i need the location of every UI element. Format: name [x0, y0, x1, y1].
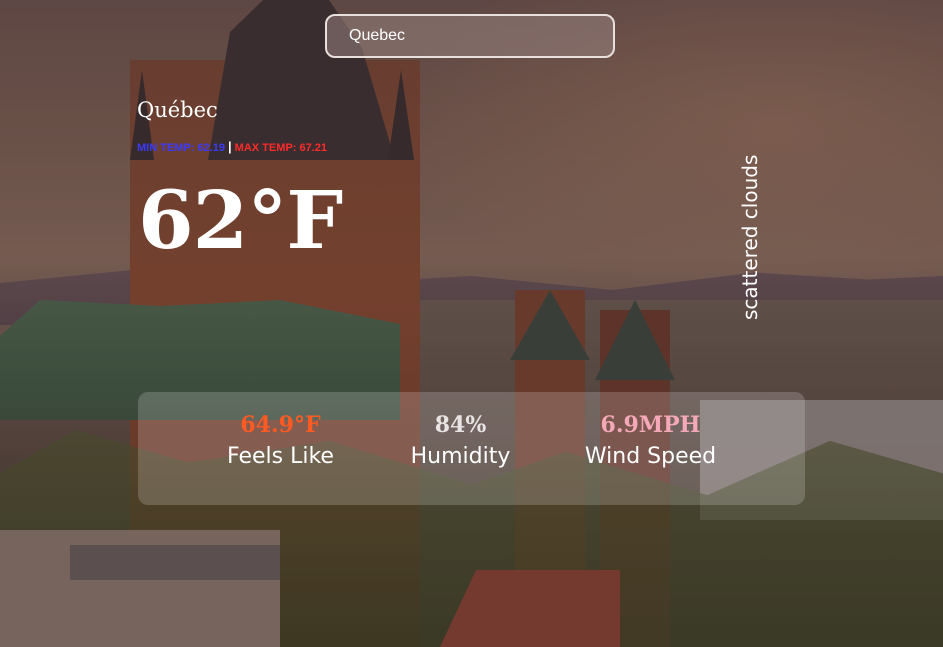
stats-panel: 64.9°F Feels Like 84% Humidity 6.9MPH Wi… [138, 392, 805, 505]
humidity-label: Humidity [410, 444, 511, 469]
max-temp: MAX TEMP: 67.21 [234, 142, 327, 154]
wind-speed-stat: 6.9MPH Wind Speed [568, 412, 733, 469]
temp-separator: | [228, 139, 232, 154]
min-temp: MIN TEMP: 62.19 [137, 142, 226, 154]
weather-description: scattered clouds [738, 154, 762, 320]
humidity-stat: 84% Humidity [388, 412, 533, 469]
feels-like-value: 64.9°F [240, 412, 321, 438]
feels-like-stat: 64.9°F Feels Like [208, 412, 353, 469]
min-max-temp: MIN TEMP: 62.19 | MAX TEMP: 67.21 [137, 139, 327, 154]
humidity-value: 84% [434, 412, 487, 438]
feels-like-label: Feels Like [227, 444, 334, 469]
search-input[interactable] [325, 14, 615, 58]
city-name: Québec [137, 98, 218, 122]
wind-speed-value: 6.9MPH [600, 412, 701, 438]
wind-speed-label: Wind Speed [584, 444, 717, 469]
current-temperature: 62°F [138, 173, 343, 267]
